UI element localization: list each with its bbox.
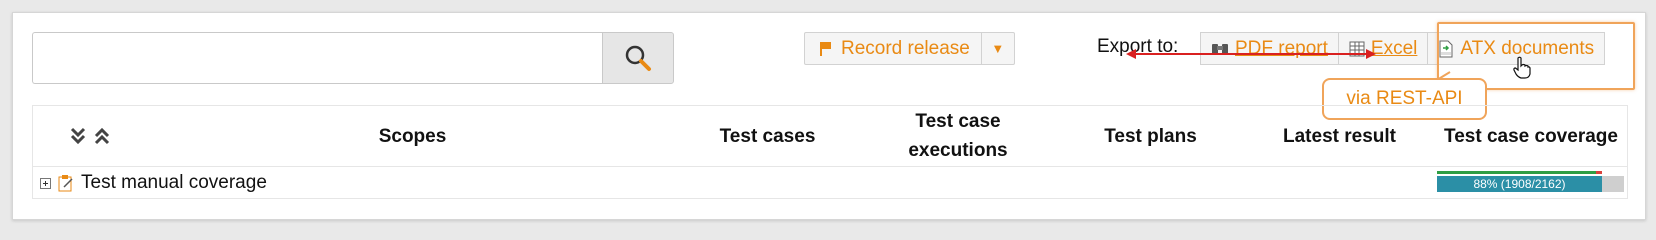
expand-row-icon[interactable] [40, 177, 51, 189]
record-release-label: Record release [841, 37, 970, 59]
table-row[interactable]: Test manual coverage [40, 172, 267, 194]
expand-all-icon[interactable] [70, 127, 86, 145]
coverage-fill: 88% (1908/2162) [1437, 176, 1602, 192]
row-label: Test manual coverage [81, 172, 267, 193]
scopes-table [32, 105, 1628, 199]
search-icon [625, 45, 651, 71]
column-header-latest-result[interactable]: Latest result [1267, 122, 1412, 151]
test-scope-icon [58, 175, 73, 192]
double-arrow-icon [1126, 49, 1376, 59]
search-button[interactable] [602, 32, 674, 84]
record-release-group: Record release ▼ [804, 32, 1015, 65]
flag-icon [820, 41, 831, 56]
search-input[interactable] [32, 32, 602, 84]
collapse-all-icon[interactable] [94, 127, 110, 145]
column-header-test-case-coverage[interactable]: Test case coverage [1436, 122, 1626, 151]
chevron-down-icon: ▼ [991, 41, 1005, 56]
export-excel-label: Excel [1370, 37, 1418, 59]
column-header-scopes[interactable]: Scopes [340, 122, 485, 151]
column-header-test-plans[interactable]: Test plans [1083, 122, 1218, 151]
coverage-text: 88% (1908/2162) [1473, 177, 1566, 191]
coverage-passed-strip [1437, 171, 1596, 174]
coverage-remaining [1602, 176, 1624, 192]
column-header-test-case-executions[interactable]: Test case executions [888, 107, 1028, 165]
hand-cursor-icon [1513, 56, 1531, 79]
coverage-failed-strip [1596, 171, 1602, 174]
coverage-bar: 88% (1908/2162) [1437, 171, 1624, 192]
record-release-dropdown[interactable]: ▼ [980, 33, 1014, 64]
row-divider [32, 166, 1628, 167]
expand-collapse-controls [70, 127, 110, 145]
column-header-test-cases[interactable]: Test cases [700, 122, 835, 151]
record-release-button[interactable]: Record release [805, 33, 981, 64]
